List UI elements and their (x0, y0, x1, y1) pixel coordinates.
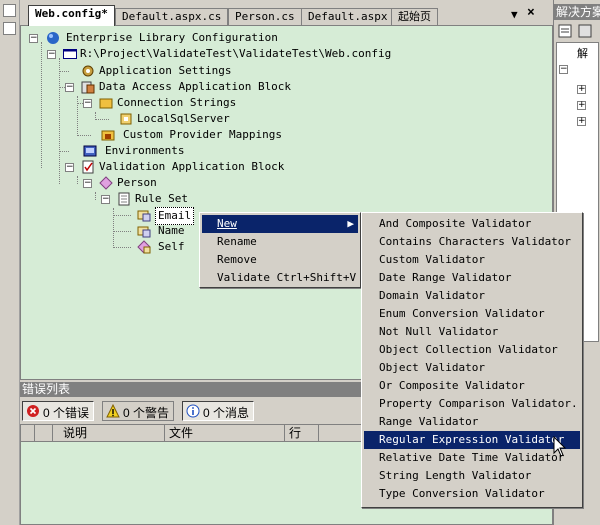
server-explorer-icon[interactable] (3, 22, 16, 35)
menu-item-validator[interactable]: Relative Date Time Validator (364, 449, 580, 467)
messages-count-label: 0 个消息 (203, 406, 250, 420)
tree-node-label: Self (158, 240, 185, 253)
tree-node-label: Person (117, 176, 157, 189)
column-header-file[interactable]: 文件 (165, 425, 285, 442)
tree-node-label: Name (158, 224, 185, 237)
tab-list-dropdown-icon[interactable]: ▼ (511, 8, 518, 21)
messages-filter-button[interactable]: 0 个消息 (182, 401, 255, 421)
folder-icon (99, 98, 113, 109)
refresh-icon[interactable] (578, 24, 592, 38)
provider-mappings-icon (101, 130, 115, 141)
collapse-icon[interactable]: − (65, 83, 74, 92)
tree-node-label: R:\Project\ValidateTest\ValidateTest\Web… (80, 47, 392, 60)
info-icon (186, 404, 200, 418)
properties-icon[interactable] (558, 24, 572, 38)
collapse-icon[interactable]: − (559, 65, 568, 74)
errors-count-label: 0 个错误 (43, 406, 90, 420)
tree-node-label: LocalSqlServer (137, 112, 230, 125)
self-validator-icon (137, 240, 151, 254)
validation-block-icon (82, 160, 94, 174)
error-icon (27, 405, 39, 417)
tree-node-label: Environments (105, 144, 185, 157)
expand-icon[interactable]: + (577, 101, 586, 110)
tab-person-cs[interactable]: Person.cs (228, 8, 302, 25)
errors-filter-button[interactable]: 0 个错误 (22, 401, 95, 421)
tab-web-config[interactable]: Web.config* (28, 5, 115, 26)
settings-icon (82, 65, 94, 77)
mouse-cursor-icon (553, 436, 567, 457)
tree-node-label: Rule Set (135, 192, 188, 205)
menu-item-validator[interactable]: And Composite Validator (364, 215, 580, 233)
collapse-icon[interactable]: − (29, 34, 38, 43)
property-icon (137, 210, 151, 222)
tree-node-label: Custom Provider Mappings (123, 128, 282, 141)
tree-node-label: Connection Strings (117, 96, 237, 109)
config-file-icon (63, 49, 77, 59)
column-header-blank[interactable] (21, 425, 35, 442)
menu-item-new[interactable]: New ▶ (202, 215, 358, 233)
menu-item-validator[interactable]: Contains Characters Validator (364, 233, 580, 251)
menu-item-validator[interactable]: Domain Validator (364, 287, 580, 305)
menu-item-regular-expression-validator[interactable]: Regular Expression Validator (364, 431, 580, 449)
database-icon (81, 81, 95, 94)
menu-item-validator[interactable]: String Length Validator (364, 467, 580, 485)
tree-node-label: Validation Application Block (99, 160, 285, 173)
column-header-icon[interactable] (35, 425, 53, 442)
warnings-filter-button[interactable]: 0 个警告 (102, 401, 175, 421)
left-tool-strip (0, 0, 20, 525)
menu-item-rename[interactable]: Rename (202, 233, 358, 251)
tree-node-label: Application Settings (99, 64, 232, 77)
menu-item-validator[interactable]: Enum Conversion Validator (364, 305, 580, 323)
type-icon (99, 176, 113, 190)
tab-start-page[interactable]: 起始页 (391, 8, 438, 25)
collapse-icon[interactable]: − (65, 163, 74, 172)
menu-item-validator[interactable]: Range Validator (364, 413, 580, 431)
tree-node-label: Data Access Application Block (99, 80, 292, 93)
column-header-line[interactable]: 行 (285, 425, 319, 442)
document-tab-bar: Web.config* Default.aspx.cs Person.cs De… (20, 5, 550, 26)
connection-string-icon (120, 113, 132, 125)
menu-item-validate[interactable]: Validate Ctrl+Shift+V (202, 269, 358, 287)
rule-set-icon (118, 192, 130, 206)
menu-item-validator[interactable]: Date Range Validator (364, 269, 580, 287)
solution-node-label[interactable]: 解 (577, 45, 588, 61)
tree-node-label: Enterprise Library Configuration (66, 31, 278, 44)
menu-item-validator[interactable]: Custom Validator (364, 251, 580, 269)
menu-item-validator[interactable]: Or Composite Validator (364, 377, 580, 395)
menu-item-remove[interactable]: Remove (202, 251, 358, 269)
expand-icon[interactable]: + (577, 117, 586, 126)
menu-item-validator[interactable]: Object Collection Validator (364, 341, 580, 359)
expand-icon[interactable]: + (577, 85, 586, 94)
collapse-icon[interactable]: − (101, 195, 110, 204)
column-header-description[interactable]: 说明 (53, 425, 165, 442)
warning-icon (106, 404, 120, 418)
toolbox-icon[interactable] (3, 4, 16, 17)
new-validator-submenu: And Composite Validator Contains Charact… (361, 212, 583, 508)
submenu-arrow-icon: ▶ (347, 217, 354, 230)
close-icon[interactable]: × (527, 5, 535, 20)
enterprise-library-icon (47, 32, 59, 44)
environments-icon (83, 145, 97, 157)
solution-explorer-title: 解决方案 (554, 4, 600, 20)
node-context-menu: New ▶ Rename Remove Validate Ctrl+Shift+… (199, 212, 361, 288)
warnings-count-label: 0 个警告 (123, 406, 170, 420)
tab-default-aspx-cs[interactable]: Default.aspx.cs (115, 8, 229, 25)
collapse-icon[interactable]: − (83, 179, 92, 188)
collapse-icon[interactable]: − (83, 99, 92, 108)
menu-item-validator[interactable]: Object Validator (364, 359, 580, 377)
menu-item-validator[interactable]: Not Null Validator (364, 323, 580, 341)
property-icon (137, 226, 151, 238)
menu-item-validator[interactable]: Type Conversion Validator (364, 485, 580, 503)
collapse-icon[interactable]: − (47, 50, 56, 59)
tab-default-aspx[interactable]: Default.aspx (301, 8, 395, 25)
menu-item-validator[interactable]: Property Comparison Validator. (364, 395, 580, 413)
